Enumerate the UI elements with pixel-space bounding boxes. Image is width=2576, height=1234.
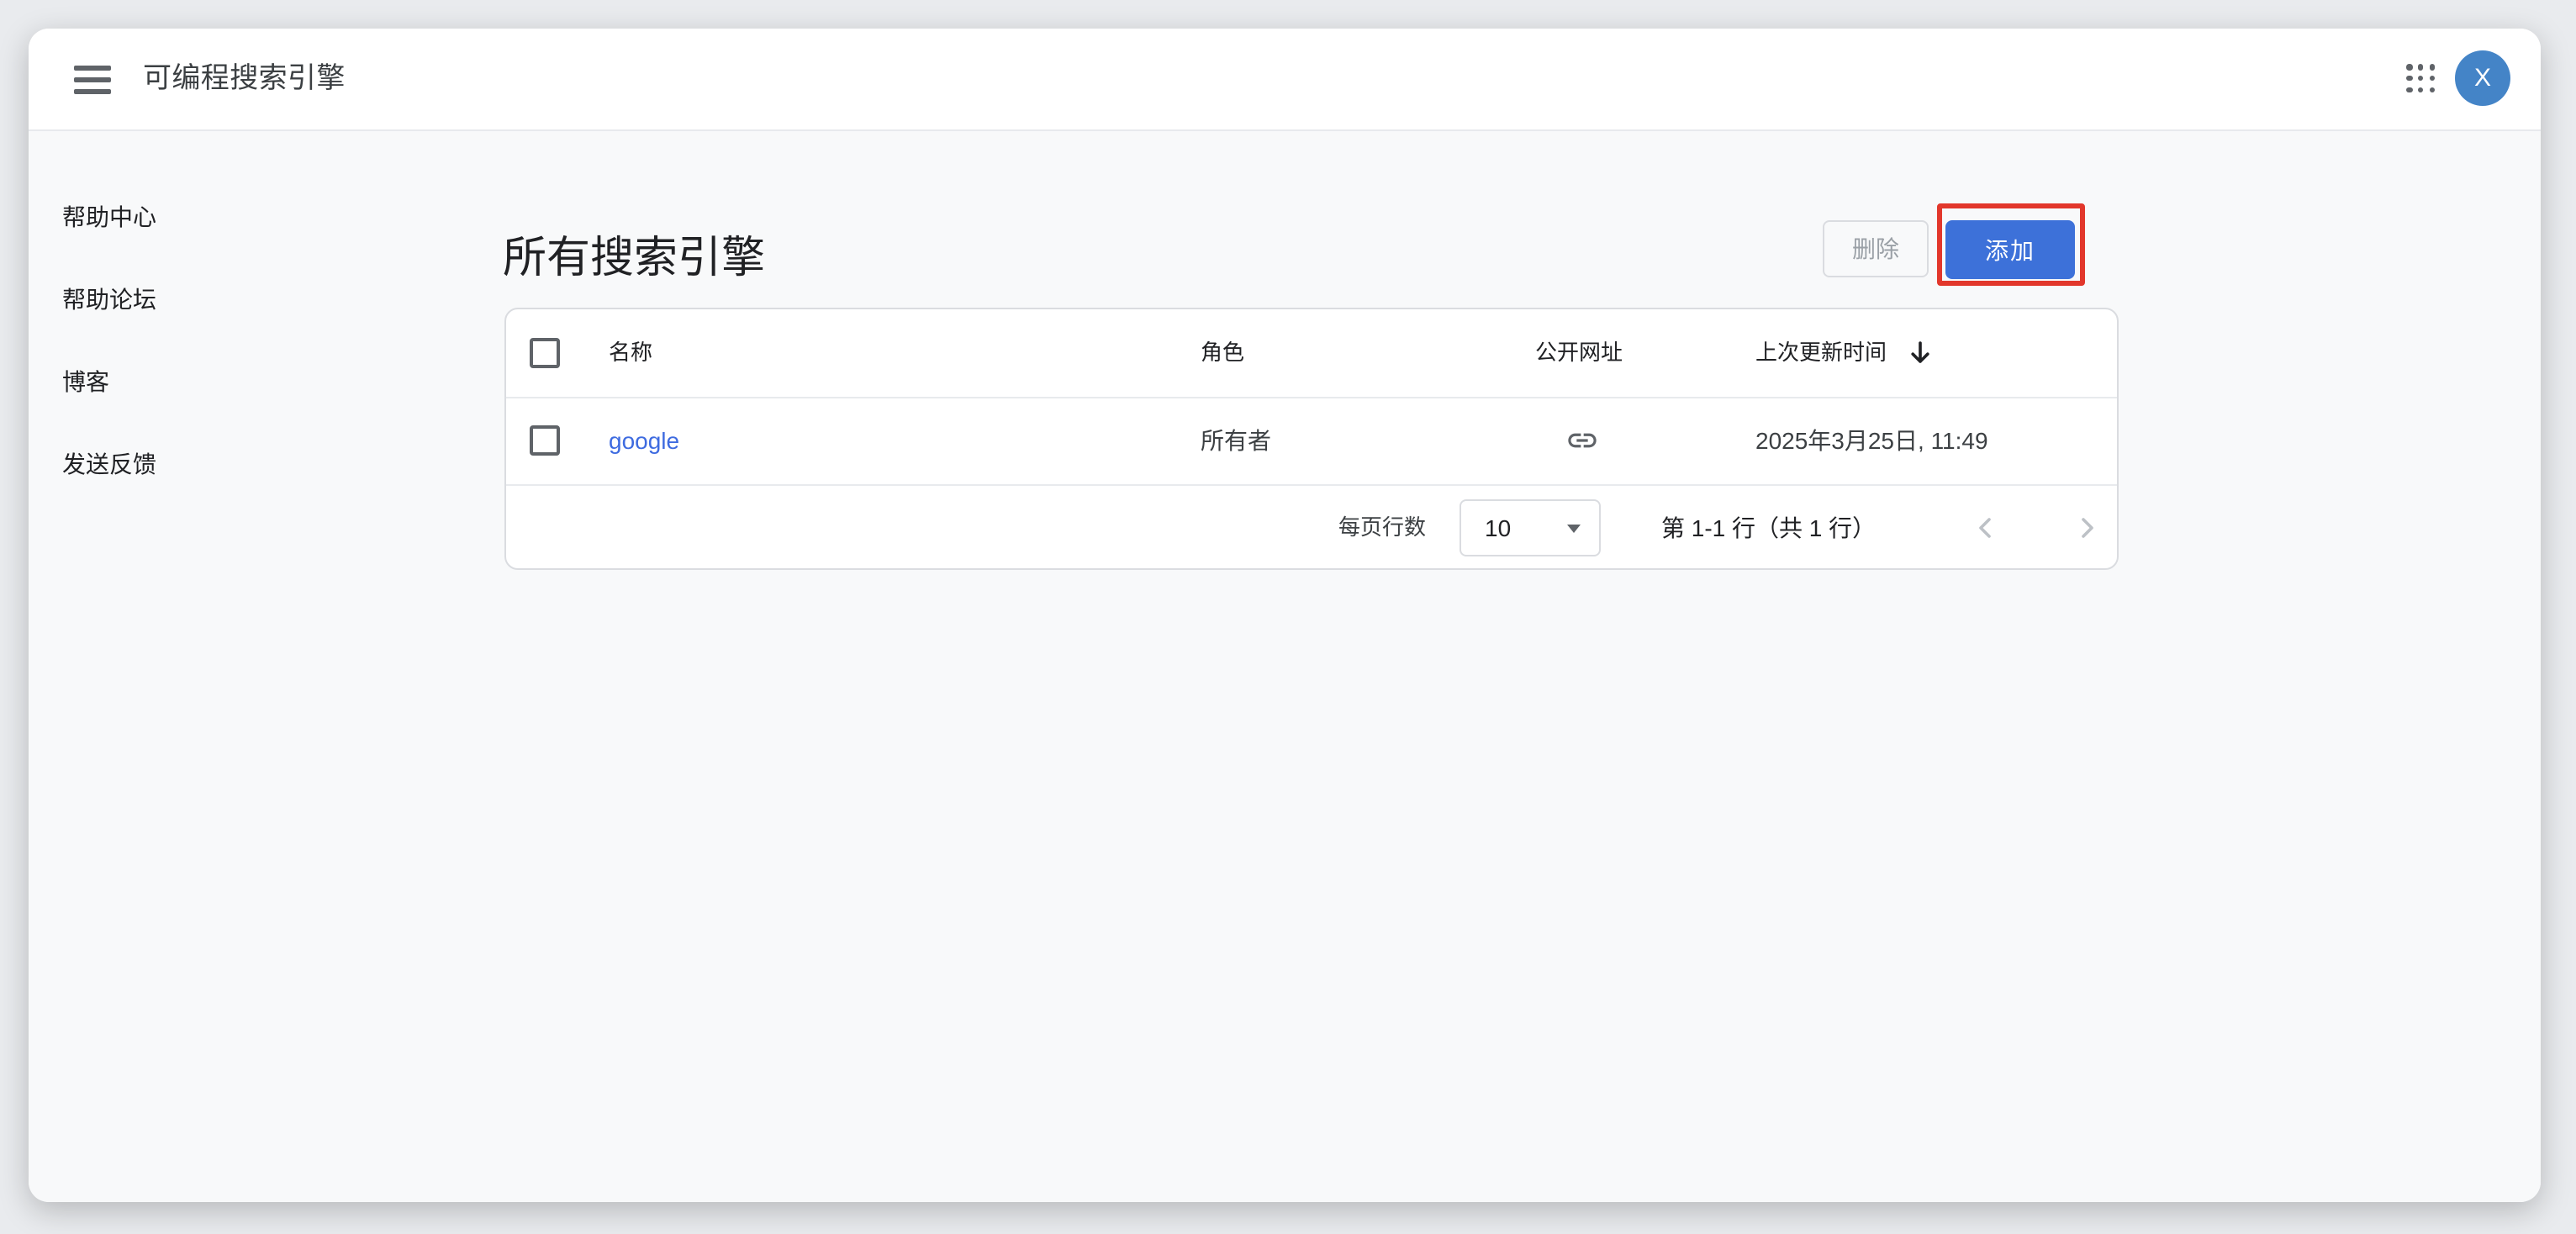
avatar-initial: X [2474,64,2491,92]
select-all-checkbox[interactable] [530,338,560,368]
add-button[interactable]: 添加 [1945,220,2075,279]
delete-button[interactable]: 删除 [1823,220,1929,277]
previous-page-button[interactable] [1976,518,1996,538]
column-header-name[interactable]: 名称 [609,309,652,397]
top-app-bar: 可编程搜索引擎 X [29,29,2541,131]
column-header-last-updated[interactable]: 上次更新时间 [1755,309,1887,397]
app-title: 可编程搜索引擎 [143,29,346,129]
rows-per-page-value: 10 [1485,501,1511,555]
pagination-range-text: 第 1-1 行（共 1 行） [1661,484,1876,572]
column-header-role[interactable]: 角色 [1201,309,1244,397]
sidebar-item-help-center[interactable]: 帮助中心 [62,200,156,234]
sidebar-item-feedback[interactable]: 发送反馈 [62,447,156,481]
rows-per-page-select[interactable]: 10 [1460,499,1601,556]
public-url-link-icon[interactable] [1565,424,1599,466]
rows-per-page-label: 每页行数 [1338,484,1426,572]
avatar[interactable]: X [2455,50,2510,106]
engine-role: 所有者 [1201,397,1271,484]
sidebar-item-blog[interactable]: 博客 [62,365,109,398]
table-pagination-row: 每页行数 10 第 1-1 行（共 1 行） [506,484,2117,572]
engine-name-link[interactable]: google [609,397,679,484]
next-page-button[interactable] [2077,518,2097,538]
content-area: 帮助中心 帮助论坛 博客 发送反馈 所有搜索引擎 删除 添加 名称 角色 公开网… [29,131,2541,1202]
sort-descending-icon[interactable] [1907,340,1934,375]
row-checkbox[interactable] [530,425,560,456]
apps-grid-icon[interactable] [2406,64,2436,94]
screenshot-root: 可编程搜索引擎 X 帮助中心 帮助论坛 博客 发送反馈 所有搜索引擎 删除 添加 [0,0,2576,1234]
sidebar-item-help-forum[interactable]: 帮助论坛 [62,282,156,316]
table-header-row: 名称 角色 公开网址 上次更新时间 [506,309,2117,398]
engine-last-updated: 2025年3月25日, 11:49 [1755,397,1988,484]
app-window: 可编程搜索引擎 X 帮助中心 帮助论坛 博客 发送反馈 所有搜索引擎 删除 添加 [29,29,2541,1202]
column-header-public-url[interactable]: 公开网址 [1535,309,1623,397]
menu-icon[interactable] [74,64,111,94]
search-engines-table: 名称 角色 公开网址 上次更新时间 google 所有者 [504,308,2119,570]
page-title: 所有搜索引擎 [503,224,765,286]
caret-down-icon [1567,525,1581,533]
table-row: google 所有者 2025年3月25日, 11:49 [506,397,2117,486]
